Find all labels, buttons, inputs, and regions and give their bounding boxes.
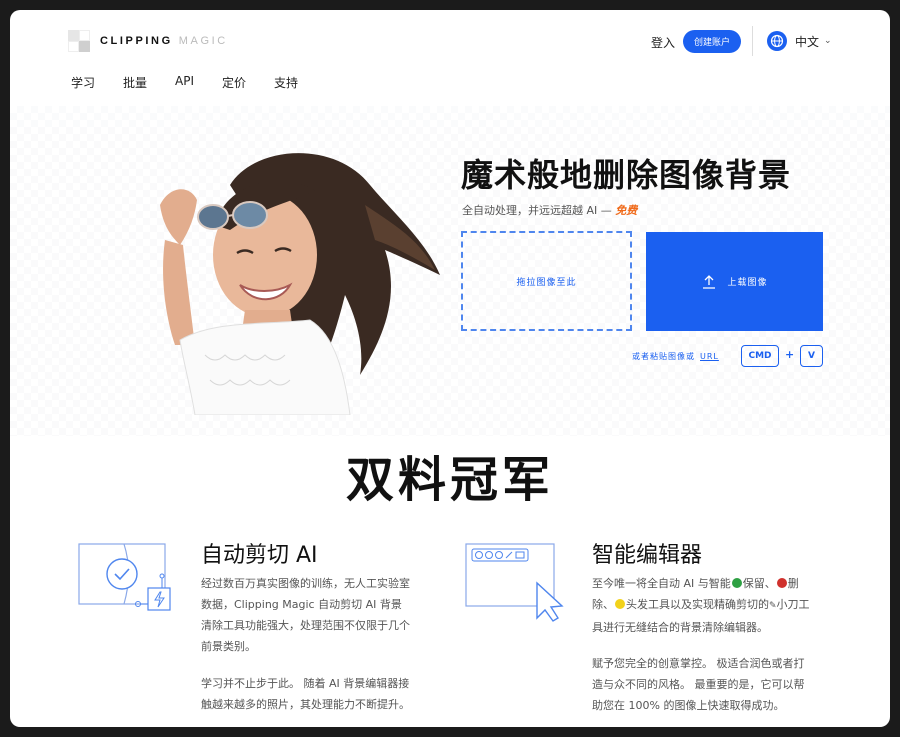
hero-woman-image xyxy=(160,153,440,415)
login-link[interactable]: 登入 xyxy=(651,34,675,51)
feature-smart-editor-title: 智能编辑器 xyxy=(592,543,703,568)
free-badge: 免费 xyxy=(615,204,638,217)
drop-zone[interactable]: 拖拉图像至此 xyxy=(461,231,632,331)
paste-hint: 或者粘贴图像或 URL xyxy=(632,351,719,362)
hair-tool-icon xyxy=(615,599,625,609)
main-nav: 学习 批量 API 定价 支持 xyxy=(71,74,326,91)
smart-editor-illustration-icon xyxy=(465,543,564,622)
paste-label: 或者粘贴图像或 xyxy=(632,352,695,361)
upload-image-button[interactable]: 上载图像 xyxy=(646,232,823,331)
feature-auto-clip-desc-2: 学习并不止步于此。 随着 AI 背景编辑器接触越来越多的照片，其处理能力不断提升… xyxy=(201,677,410,711)
feature-auto-clip-title: 自动剪切 AI xyxy=(201,543,318,568)
logo-icon xyxy=(68,30,90,52)
nav-item-api[interactable]: API xyxy=(175,74,194,91)
hero-subtitle: 全自动处理，并远远超越 AI — 免费 xyxy=(462,202,637,218)
hero-title: 魔术般地删除图像背景 xyxy=(461,156,792,194)
nav-item-learn[interactable]: 学习 xyxy=(71,74,95,91)
browser-window: CLIPPING MAGIC 登入 创建账户 中文 ⌄ 学习 批量 API 定价 … xyxy=(10,10,890,727)
upload-label: 上载图像 xyxy=(727,278,768,288)
language-selector[interactable]: 中文 ⌄ xyxy=(767,31,832,51)
scalpel-tool-icon: ✎ xyxy=(769,601,777,611)
logo-text-clipping: CLIPPING xyxy=(100,35,173,47)
v-key: V xyxy=(800,345,823,367)
feature-auto-clip-desc-1: 经过数百万真实图像的训练，无人工实验室数据，Clipping Magic 自动剪… xyxy=(201,577,410,653)
header-divider xyxy=(752,26,753,56)
feature-smart-editor-desc-1: 至今唯一将全自动 AI 与智能 保留、 删除、 头发工具以及实现精确剪切的✎小刀工具进… xyxy=(592,573,812,638)
brand-logo[interactable]: CLIPPING MAGIC xyxy=(68,30,228,52)
smart-editor-text-a: 至今唯一将全自动 AI 与智能 xyxy=(592,577,731,590)
signup-button[interactable]: 创建账户 xyxy=(683,30,741,53)
nav-item-pricing[interactable]: 定价 xyxy=(222,74,246,91)
language-label: 中文 xyxy=(795,34,820,49)
drop-zone-label: 拖拉图像至此 xyxy=(516,277,577,288)
feature-smart-editor-desc-2: 赋予您完全的创意掌控。 极适合润色或者打造与众不同的风格。 最重要的是，它可以帮… xyxy=(592,657,805,712)
nav-item-support[interactable]: 支持 xyxy=(274,74,298,91)
upload-icon xyxy=(703,274,716,289)
chevron-down-icon: ⌄ xyxy=(824,36,832,46)
hero-subtitle-text: 全自动处理，并远远超越 AI — xyxy=(462,204,616,217)
logo-wordmark: CLIPPING MAGIC xyxy=(100,35,228,47)
logo-text-magic: MAGIC xyxy=(178,35,228,47)
paste-url-link[interactable]: URL xyxy=(700,352,719,361)
smart-editor-text-b: 保留、 xyxy=(742,577,776,590)
keep-tool-icon xyxy=(731,578,742,588)
section-title: 双料冠军 xyxy=(345,452,554,508)
cmd-key: CMD xyxy=(741,345,779,367)
remove-tool-icon xyxy=(776,578,787,588)
key-plus: + xyxy=(785,348,795,361)
smart-editor-text-d: 头发工具以及实现精确剪切的 xyxy=(626,598,769,611)
nav-item-bulk[interactable]: 批量 xyxy=(123,74,147,91)
globe-icon xyxy=(767,31,787,51)
auto-clip-illustration-icon xyxy=(78,543,171,611)
